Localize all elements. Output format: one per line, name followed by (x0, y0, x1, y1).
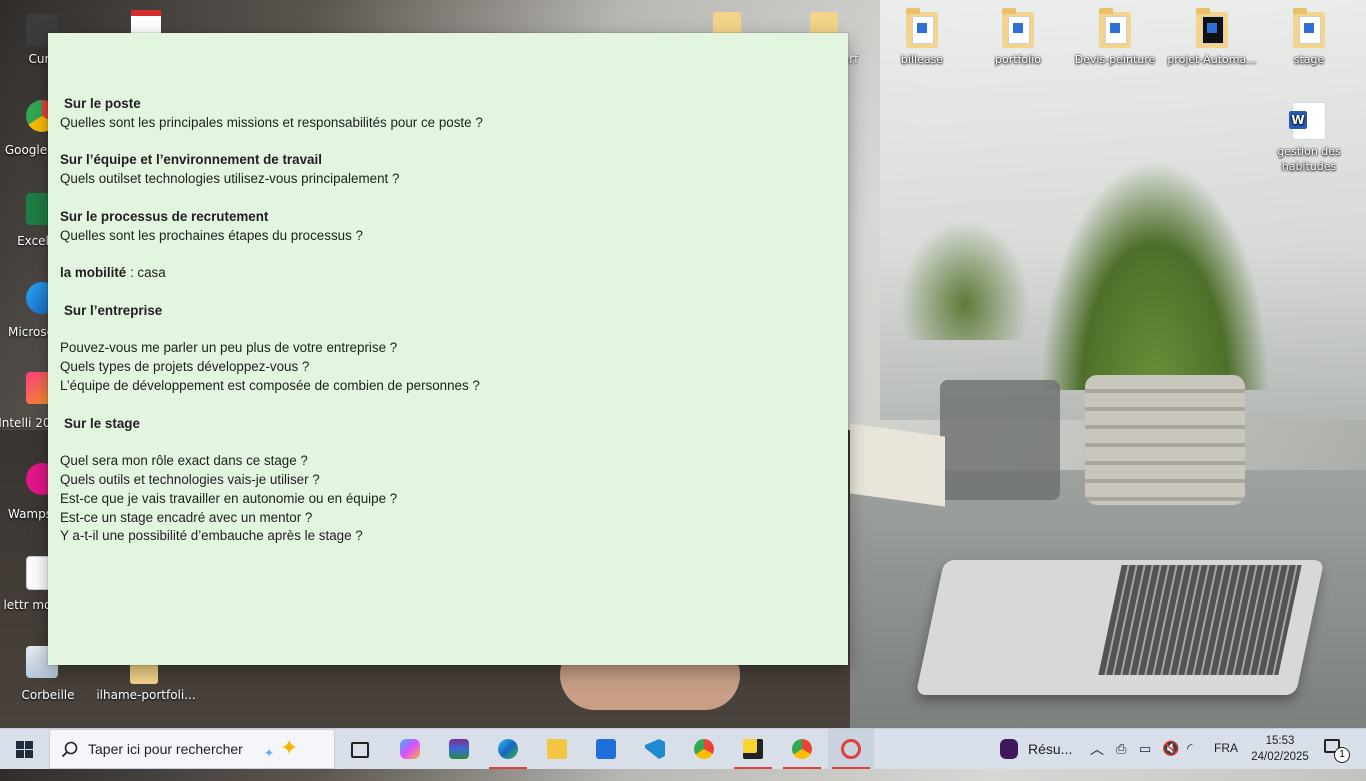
section-heading: Sur l’entreprise (64, 302, 163, 318)
taskbar-edge[interactable] (485, 729, 531, 769)
chrome-icon (694, 739, 714, 759)
desktop-icon-stage[interactable]: stage (1263, 8, 1355, 67)
note-line: Quels types de projets développez-vous ? (60, 359, 310, 375)
taskbar-vscode[interactable] (632, 729, 678, 769)
taskbar-sticky-notes[interactable] (730, 729, 776, 769)
folder-icon (1196, 8, 1228, 48)
clock-time: 15:53 (1265, 735, 1295, 747)
wallpaper-laptop-keys (1098, 565, 1302, 675)
wallpaper-pot (1085, 375, 1245, 505)
desktop-icon-label: Devis-peinture (1074, 53, 1156, 66)
premier-league-icon (1000, 739, 1018, 759)
desktop-icon-projet-automa[interactable]: projet-Automa... (1166, 8, 1258, 67)
note-line: Quels outilset technologies utilisez-vou… (60, 171, 400, 187)
notification-center-button[interactable]: 1 (1322, 737, 1350, 763)
sparkle-small-icon: ✦ (264, 746, 275, 760)
desktop-icon-label: portfolio (995, 53, 1041, 66)
copilot-sparkle-icon: ✦ (280, 736, 299, 761)
section-heading: Sur l’équipe et l’environnement de trava… (60, 152, 322, 168)
chrome-icon (792, 739, 812, 759)
note-line: Est-ce que je vais travailler en autonom… (60, 490, 398, 506)
search-placeholder: Taper ici pour rechercher (88, 741, 243, 757)
taskbar-chrome[interactable] (681, 729, 727, 769)
note-line: Pouvez-vous me parler un peu plus de vot… (60, 340, 398, 356)
task-view-icon (351, 742, 369, 758)
sticky-notes-icon (743, 739, 763, 759)
desktop-icon-gestion-des-habitudes[interactable]: gestion des habitudes (1263, 102, 1355, 174)
clock[interactable]: 15:53 24/02/2025 (1240, 733, 1320, 765)
note-inline-value: : casa (126, 265, 166, 281)
desktop-icon-label: projet-Automa... (1167, 53, 1257, 66)
sticky-note-content[interactable]: Sur le poste Quelles sont les principale… (60, 95, 830, 546)
note-line-mobilite: la mobilité : casa (60, 264, 830, 283)
taskbar-snipping-tool[interactable] (828, 729, 874, 769)
section-heading: la mobilité (60, 265, 127, 281)
copilot-icon (400, 739, 420, 759)
note-line: Est-ce un stage encadré avec un mentor ? (60, 509, 313, 525)
word-doc-icon (1289, 102, 1326, 140)
taskbar-file-explorer[interactable] (534, 729, 580, 769)
taskbar-copilot[interactable] (387, 729, 433, 769)
taskbar: Taper ici pour rechercher ✦ ✦ Résu... ︿ … (0, 728, 1366, 769)
section-heading: Sur le stage (64, 415, 140, 431)
language-indicator[interactable]: FRA (1214, 741, 1238, 781)
folder-icon (906, 8, 938, 48)
vscode-icon (645, 739, 665, 759)
folder-icon (1002, 8, 1034, 48)
taskbar-chrome-2[interactable] (779, 729, 825, 769)
wallpaper-plant (900, 220, 1030, 340)
show-hidden-icons-chevron-up-icon[interactable]: ︿ (1090, 739, 1104, 779)
desktop-icon-billease[interactable]: billease (876, 8, 968, 67)
note-line: L’équipe de développement est composée d… (60, 377, 480, 393)
note-line: Quels outils et technologies vais-je uti… (60, 471, 320, 487)
note-line: Quelles sont les prochaines étapes du pr… (60, 227, 363, 243)
snipping-tool-icon (841, 739, 861, 759)
notification-count-badge: 1 (1334, 747, 1350, 763)
battery-icon[interactable]: ▭ (1139, 741, 1151, 781)
taskbar-search-box[interactable]: Taper ici pour rechercher ✦ ✦ (49, 729, 335, 769)
meet-now-icon[interactable]: ⎙ (1116, 741, 1126, 781)
note-line: Quel sera mon rôle exact dans ce stage ? (60, 453, 308, 469)
folder-icon[interactable] (713, 12, 741, 34)
winrar-icon (449, 739, 469, 759)
wifi-icon[interactable]: ◜ (1187, 740, 1192, 780)
desktop-icon-devis-peinture[interactable]: Devis-peinture (1069, 8, 1161, 67)
desktop-icon-label: gestion des habitudes (1277, 145, 1341, 173)
desktop-icon-label: billease (900, 53, 944, 66)
wallpaper-book (850, 423, 945, 507)
tray-app-label: Résu... (1028, 741, 1073, 757)
desktop-icon-label: ilhame-portfoli... (96, 688, 196, 702)
desktop-icon-label: stage (1293, 53, 1325, 66)
note-line: Quelles sont les principales missions et… (60, 114, 483, 130)
task-view-button[interactable] (337, 729, 383, 769)
edge-browser-icon (498, 739, 518, 759)
section-heading: Sur le processus de recrutement (60, 208, 269, 224)
file-explorer-icon (547, 739, 567, 759)
section-heading: Sur le poste (64, 96, 141, 111)
clock-date: 24/02/2025 (1251, 751, 1309, 763)
folder-icon[interactable] (810, 12, 838, 34)
search-icon (61, 741, 78, 758)
desktop-icon-label: Corbeille (21, 688, 75, 702)
desktop-icon-portfolio[interactable]: portfolio (972, 8, 1064, 67)
folder-icon (1293, 8, 1325, 48)
start-button[interactable] (0, 729, 48, 769)
folder-icon (1099, 8, 1131, 48)
taskbar-store[interactable] (583, 729, 629, 769)
taskbar-winrar[interactable] (436, 729, 482, 769)
note-line: Y a-t-il une possibilité d’embauche aprè… (60, 528, 363, 544)
wallpaper-grass (1040, 160, 1270, 390)
wallpaper-pen-holder (940, 380, 1060, 500)
sticky-note-window[interactable]: Sur le poste Quelles sont les principale… (48, 33, 848, 665)
store-icon (596, 739, 616, 759)
speaker-muted-icon[interactable]: 🔇 (1162, 740, 1179, 780)
